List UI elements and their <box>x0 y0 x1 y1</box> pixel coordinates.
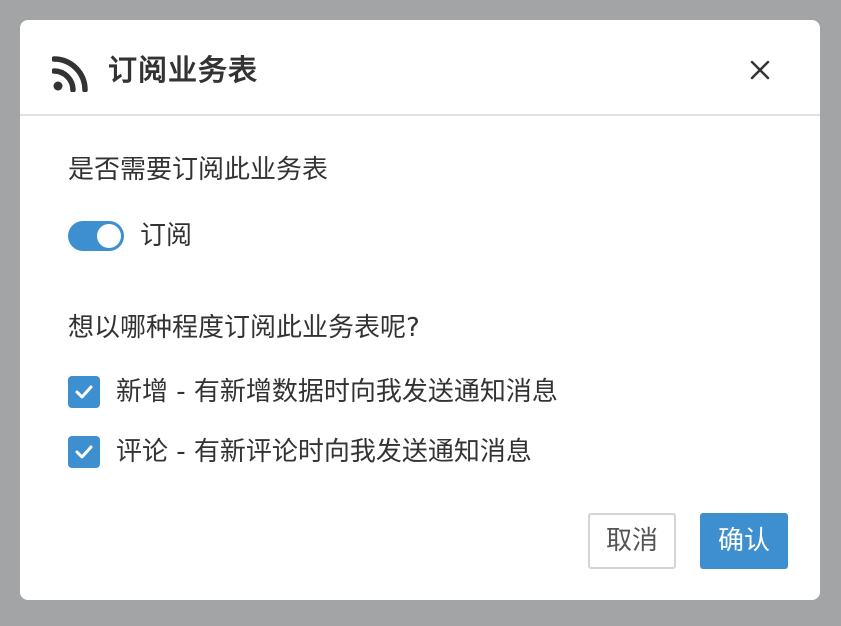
subscribe-toggle-label: 订阅 <box>140 221 193 251</box>
check-icon <box>75 385 93 399</box>
checkbox-checked-icon[interactable] <box>68 376 100 408</box>
subscribe-question: 是否需要订阅此业务表 <box>68 155 329 185</box>
cancel-button[interactable]: 取消 <box>588 513 676 569</box>
checkbox-new-comment[interactable]: 评论 - 有新评论时向我发送通知消息 <box>68 432 532 472</box>
checkbox-new-comment-label: 评论 - 有新评论时向我发送通知消息 <box>116 437 532 467</box>
subscribe-dialog: 订阅业务表 是否需要订阅此业务表 订阅 想以哪种程度订阅此业务表呢? 新增 - … <box>20 20 820 600</box>
dialog-header: 订阅业务表 <box>20 20 820 116</box>
checkbox-checked-icon[interactable] <box>68 436 100 468</box>
level-question: 想以哪种程度订阅此业务表呢? <box>68 313 420 343</box>
subscribe-toggle[interactable] <box>68 221 124 251</box>
dialog-title: 订阅业务表 <box>108 53 259 87</box>
confirm-button[interactable]: 确认 <box>700 513 788 569</box>
check-icon <box>75 445 93 459</box>
toggle-knob <box>97 224 121 248</box>
checkbox-new-data-label: 新增 - 有新增数据时向我发送通知消息 <box>116 377 558 407</box>
close-icon[interactable] <box>744 54 776 86</box>
rss-icon <box>52 56 88 92</box>
checkbox-new-data[interactable]: 新增 - 有新增数据时向我发送通知消息 <box>68 372 558 412</box>
